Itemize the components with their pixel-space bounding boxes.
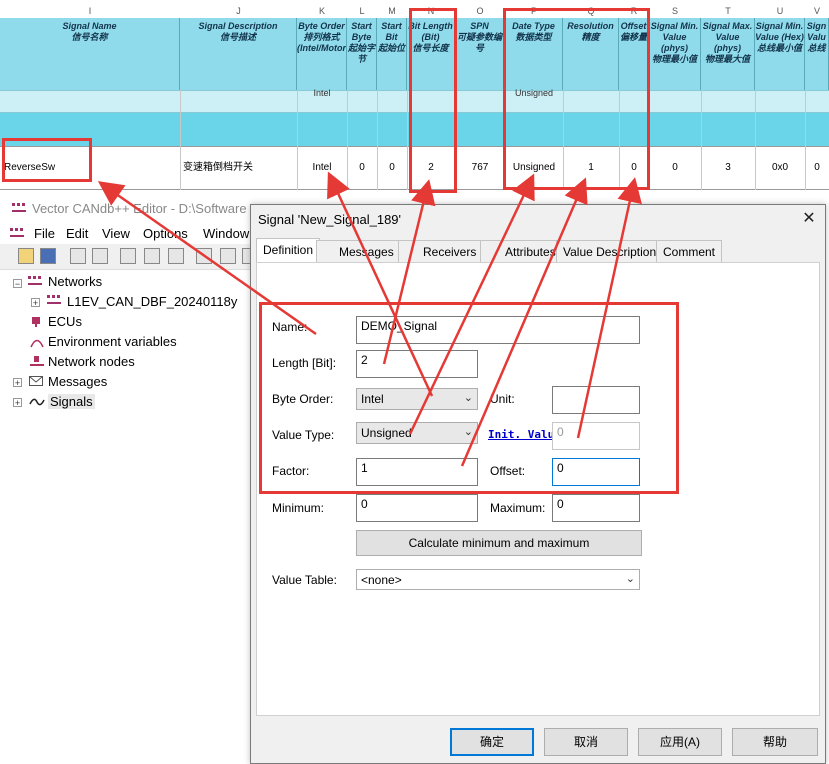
arrow-factor [460,177,588,467]
annotation-arrows [97,171,642,467]
arrow-offset [576,177,642,439]
arrow-value-type [408,173,535,435]
arrow-byte-order [327,171,434,397]
arrow-name [97,181,317,336]
